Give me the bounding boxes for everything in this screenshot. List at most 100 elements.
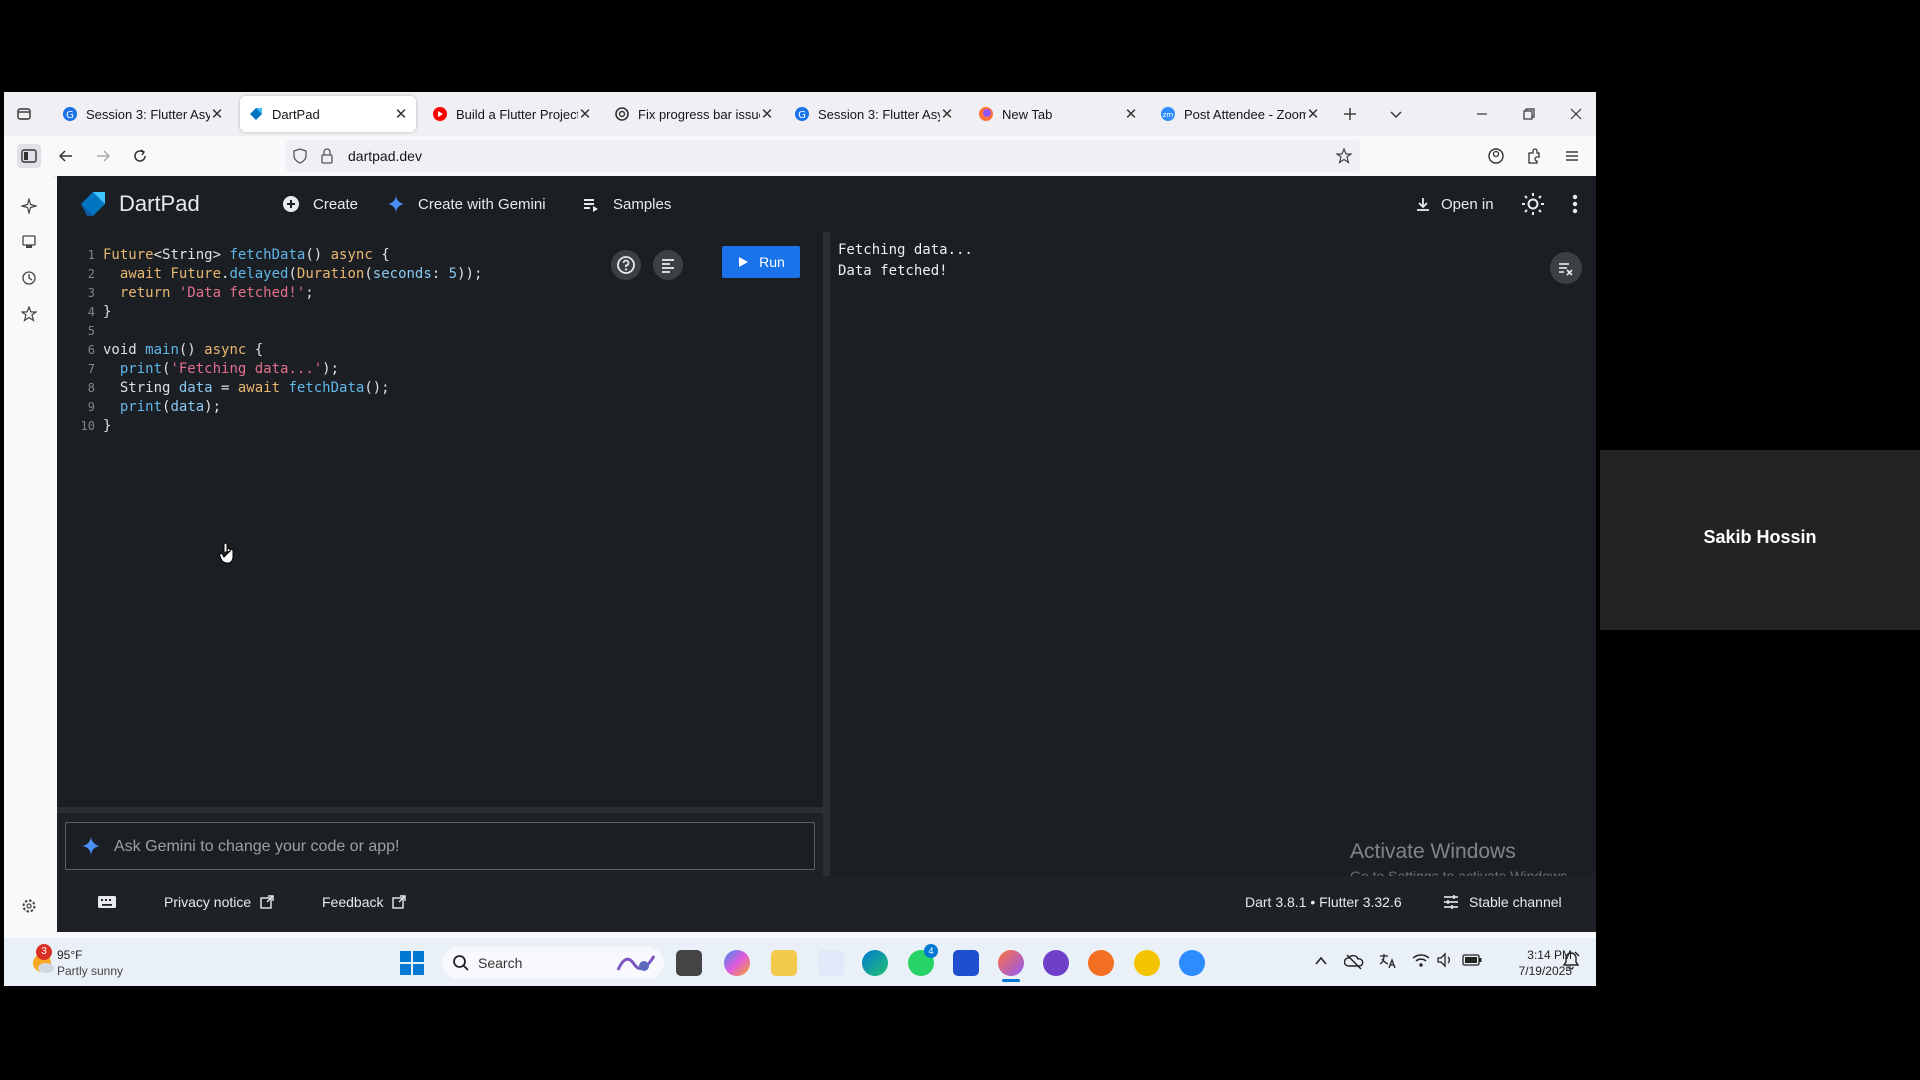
notification-bell-icon[interactable] <box>1562 951 1580 971</box>
tab-session-3-a[interactable]: G Session 3: Flutter Asyn ✕ <box>54 96 232 132</box>
create-with-gemini-button[interactable]: Create with Gemini <box>386 192 546 216</box>
channel-selector[interactable]: Stable channel <box>1443 894 1562 910</box>
code-line[interactable]: void main() async { <box>103 341 482 360</box>
chevron-down-icon[interactable] <box>1384 102 1408 126</box>
code-line[interactable]: return 'Data fetched!'; <box>103 284 482 303</box>
restore-icon[interactable] <box>1517 102 1541 126</box>
clear-console-button[interactable] <box>1550 252 1582 284</box>
translator-icon[interactable] <box>818 950 844 976</box>
settings-gear-icon[interactable] <box>17 894 41 918</box>
participant-name: Sakib Hossin <box>1703 527 1817 547</box>
store-icon[interactable] <box>953 950 979 976</box>
reload-icon[interactable] <box>128 144 152 168</box>
close-icon[interactable]: ✕ <box>940 105 954 123</box>
chevron-up-icon[interactable] <box>1314 954 1328 968</box>
firefox-taskbar-icon[interactable] <box>998 950 1024 976</box>
tab-session-3-b[interactable]: G Session 3: Flutter Asyn ✕ <box>786 96 962 132</box>
editor-scrollbar[interactable] <box>57 807 823 813</box>
bookmarks-icon[interactable] <box>17 302 41 326</box>
bookmark-star-icon[interactable] <box>1336 148 1352 164</box>
volume-icon[interactable] <box>1436 952 1454 968</box>
code-editor[interactable]: 1 2 3 4 5 6 7 8 9 10 Future<String> fetc… <box>57 232 823 807</box>
close-icon[interactable]: ✕ <box>1124 105 1138 123</box>
code-line[interactable] <box>103 322 482 341</box>
clock-time[interactable]: 3:14 PM <box>1480 948 1572 962</box>
search-highlight-icon <box>614 950 658 976</box>
close-window-icon[interactable] <box>1564 102 1588 126</box>
session-icon: G <box>62 106 78 122</box>
lock-icon[interactable] <box>320 148 334 164</box>
line-number: 5 <box>87 324 95 338</box>
windows-start-icon[interactable] <box>399 950 425 976</box>
battery-icon[interactable] <box>1462 953 1482 967</box>
split-divider[interactable] <box>823 232 830 876</box>
forward-icon[interactable] <box>91 144 115 168</box>
back-icon[interactable] <box>54 144 78 168</box>
create-label: Create <box>313 195 359 213</box>
tab-build-flutter[interactable]: Build a Flutter Project ✕ <box>424 96 600 132</box>
minimize-icon[interactable] <box>1470 102 1494 126</box>
account-icon[interactable] <box>1484 144 1508 168</box>
github-icon[interactable] <box>1043 950 1069 976</box>
create-with-gemini-label: Create with Gemini <box>418 195 546 213</box>
run-button[interactable]: Run <box>722 246 800 278</box>
keyboard-shortcuts-icon[interactable] <box>97 894 117 910</box>
menu-icon[interactable] <box>1560 144 1584 168</box>
code-line[interactable]: print('Fetching data...'); <box>103 360 482 379</box>
language-icon[interactable] <box>1378 952 1398 970</box>
create-button[interactable]: Create <box>281 192 358 216</box>
close-icon[interactable]: ✕ <box>210 105 224 123</box>
activate-windows-title: Activate Windows <box>1350 840 1516 863</box>
dart-icon <box>248 106 264 122</box>
close-icon[interactable]: ✕ <box>1306 105 1320 123</box>
new-tab-icon[interactable] <box>1338 102 1362 126</box>
code-line[interactable]: } <box>103 303 482 322</box>
tab-dartpad[interactable]: DartPad ✕ <box>240 96 416 132</box>
tab-new-tab[interactable]: New Tab ✕ <box>970 96 1146 132</box>
copilot-icon[interactable] <box>724 950 750 976</box>
feedback-link[interactable]: Feedback <box>322 894 407 910</box>
onedrive-icon[interactable] <box>1344 952 1364 970</box>
tab-fix-progress[interactable]: Fix progress bar issue ✕ <box>606 96 782 132</box>
edge-icon[interactable] <box>862 950 888 976</box>
privacy-notice-link[interactable]: Privacy notice <box>164 894 274 910</box>
extensions-icon[interactable] <box>1522 144 1546 168</box>
theme-toggle-sun-icon[interactable] <box>1521 192 1545 216</box>
close-icon[interactable]: ✕ <box>760 105 774 123</box>
chat-app-icon[interactable] <box>1134 950 1160 976</box>
wifi-icon[interactable] <box>1412 952 1430 968</box>
app-logo-text: DartPad <box>119 191 200 216</box>
synced-tabs-icon[interactable] <box>17 230 41 254</box>
close-icon[interactable]: ✕ <box>578 105 592 123</box>
tab-list-icon[interactable] <box>12 102 36 126</box>
samples-button[interactable]: Samples <box>581 192 671 216</box>
zoom-taskbar-icon[interactable] <box>1179 950 1205 976</box>
search-label: Search <box>478 955 523 971</box>
history-icon[interactable] <box>17 266 41 290</box>
code-line[interactable]: print(data); <box>103 398 482 417</box>
shield-icon[interactable] <box>292 148 308 164</box>
whatsapp-badge: 4 <box>924 944 938 958</box>
help-button[interactable] <box>611 250 641 280</box>
gemini-prompt-input[interactable]: Ask Gemini to change your code or app! <box>65 822 815 870</box>
more-vert-icon[interactable] <box>1569 192 1581 216</box>
close-icon[interactable]: ✕ <box>394 105 408 123</box>
postman-icon[interactable] <box>1088 950 1114 976</box>
sidebar-toggle-icon[interactable] <box>17 144 41 168</box>
tab-zoom[interactable]: zm Post Attendee - Zoom ✕ <box>1152 96 1328 132</box>
code-line[interactable]: String data = await fetchData(); <box>103 379 482 398</box>
ai-chatbot-icon[interactable] <box>17 194 41 218</box>
open-in-button[interactable]: Open in <box>1413 192 1494 216</box>
code-line[interactable]: Future<String> fetchData() async { <box>103 246 482 265</box>
code-lines[interactable]: Future<String> fetchData() async { await… <box>103 246 482 436</box>
tab-label: Session 3: Flutter Asyn <box>818 106 940 122</box>
code-line[interactable]: } <box>103 417 482 436</box>
address-bar[interactable]: dartpad.dev <box>286 140 1360 172</box>
file-explorer-icon[interactable] <box>771 950 797 976</box>
code-line[interactable]: await Future.delayed(Duration(seconds: 5… <box>103 265 483 284</box>
format-button[interactable] <box>653 250 683 280</box>
output-line: Data fetched! <box>838 263 948 279</box>
clock-date[interactable]: 7/19/2025 <box>1480 964 1572 978</box>
taskbar-search-box[interactable]: Search <box>442 947 664 979</box>
task-view-icon[interactable] <box>676 950 702 976</box>
